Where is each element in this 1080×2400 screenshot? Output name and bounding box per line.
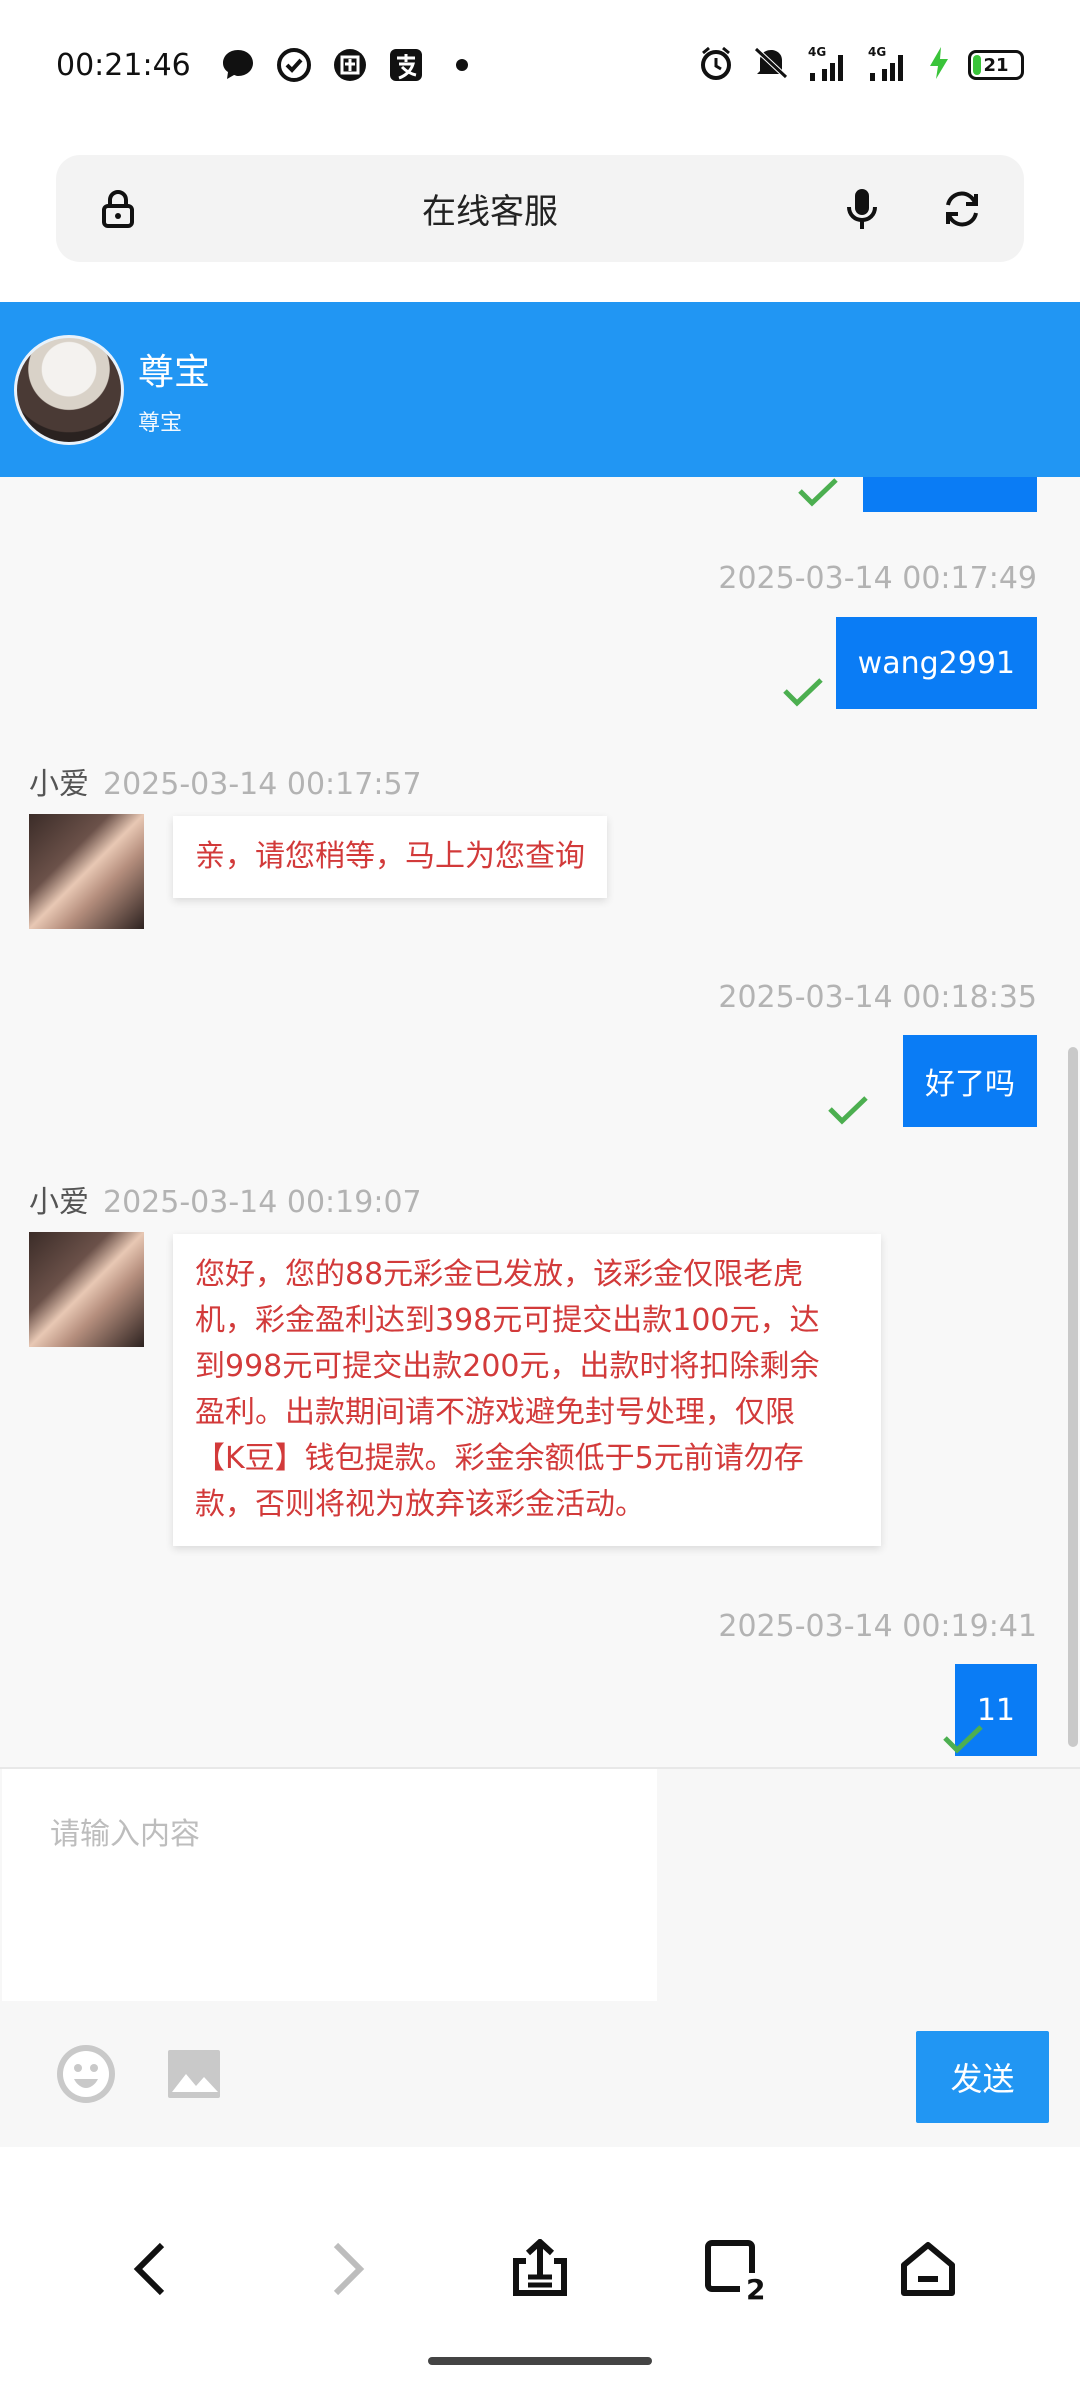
contact-name: 尊宝 [138, 351, 211, 393]
signal-4g-icon: 4G [868, 45, 910, 83]
avatar[interactable] [14, 334, 124, 445]
message-timestamp: 2025-03-14 00:17:57 [103, 767, 422, 802]
alarm-icon [698, 45, 734, 85]
message-line: 款，否则将视为放弃该彩金活动。 [195, 1487, 645, 1522]
tabs-icon[interactable]: 2 [702, 2237, 766, 2301]
microphone-icon[interactable] [840, 187, 884, 231]
image-icon[interactable] [162, 2042, 226, 2106]
send-button[interactable]: 发送 [916, 2031, 1049, 2123]
composer: 发送 [0, 1767, 1080, 2147]
message-bubble-incoming[interactable]: 您好，您的88元彩金已发放，该彩金仅限老虎 机，彩金盈利达到398元可提交出款1… [173, 1234, 881, 1546]
agent-avatar[interactable] [29, 814, 144, 929]
status-time: 00:21:46 [56, 47, 191, 83]
chat-header: 尊宝 尊宝 [0, 302, 1080, 477]
agent-avatar[interactable] [29, 1232, 144, 1347]
forward-icon[interactable] [316, 2237, 380, 2301]
message-line: 盈利。出款期间请不游戏避免封号处理，仅限 [195, 1395, 795, 1430]
battery-level: 21 [983, 54, 1009, 76]
message-list[interactable]: 2025-03-14 00:17:49 wang2991 小爱 2025-03-1… [0, 477, 1080, 1767]
message-bubble-incoming[interactable]: 亲，请您稍等，马上为您查询 [173, 816, 607, 898]
silent-icon [752, 45, 790, 85]
browser-toolbar: 在线客服 [0, 130, 1080, 302]
address-bar[interactable]: 在线客服 [56, 155, 1024, 262]
message-line: 到998元可提交出款200元，出款时将扣除剩余 [195, 1349, 820, 1384]
emoji-icon[interactable] [54, 2042, 118, 2106]
message-timestamp: 2025-03-14 00:19:41 [718, 1609, 1037, 1644]
message-bubble-outgoing[interactable]: wang2991 [835, 617, 1037, 709]
home-icon[interactable] [896, 2237, 960, 2301]
alipay-icon [387, 46, 425, 84]
chat-bubble-icon [219, 46, 257, 84]
back-icon[interactable] [118, 2237, 182, 2301]
message-timestamp: 2025-03-14 00:17:49 [718, 561, 1037, 596]
read-check-icon [798, 478, 838, 507]
message-timestamp: 2025-03-14 00:18:35 [718, 980, 1037, 1015]
message-line: 机，彩金盈利达到398元可提交出款100元，达 [195, 1303, 820, 1338]
sender-line: 小爱 2025-03-14 00:19:07 [29, 1177, 422, 1221]
check-circle-icon [275, 46, 313, 84]
message-line: 您好，您的88元彩金已发放，该彩金仅限老虎 [195, 1257, 804, 1292]
dot-icon [443, 46, 481, 84]
status-bar: 00:21:46 4G 4G 21 [0, 0, 1080, 130]
refresh-icon[interactable] [940, 187, 984, 231]
message-bubble-partial [863, 477, 1037, 512]
read-check-icon [783, 678, 823, 707]
svg-text:2: 2 [746, 2273, 765, 2301]
charging-icon [928, 46, 950, 84]
page-title: 在线客服 [422, 192, 558, 232]
sender-name: 小爱 [29, 1185, 89, 1220]
sender-line: 小爱 2025-03-14 00:17:57 [29, 759, 422, 803]
message-line: 【K豆】钱包提款。彩金余额低于5元前请勿存 [195, 1441, 804, 1476]
share-icon[interactable] [508, 2237, 572, 2301]
message-bubble-outgoing[interactable]: 好了吗 [903, 1035, 1037, 1127]
scrollbar[interactable] [1068, 1047, 1078, 1747]
battery-icon: 21 [968, 50, 1024, 80]
lock-icon[interactable] [96, 187, 140, 231]
message-input-box[interactable] [2, 1769, 657, 2001]
read-check-icon [828, 1096, 868, 1125]
tuan-app-icon [331, 46, 369, 84]
signal-4g-icon: 4G [808, 45, 850, 83]
message-input[interactable] [2, 1769, 657, 1900]
contact-subtitle: 尊宝 [138, 410, 183, 436]
sender-name: 小爱 [29, 767, 89, 802]
message-timestamp: 2025-03-14 00:19:07 [103, 1185, 422, 1220]
home-indicator[interactable] [428, 2357, 652, 2365]
read-check-icon [943, 1725, 983, 1754]
